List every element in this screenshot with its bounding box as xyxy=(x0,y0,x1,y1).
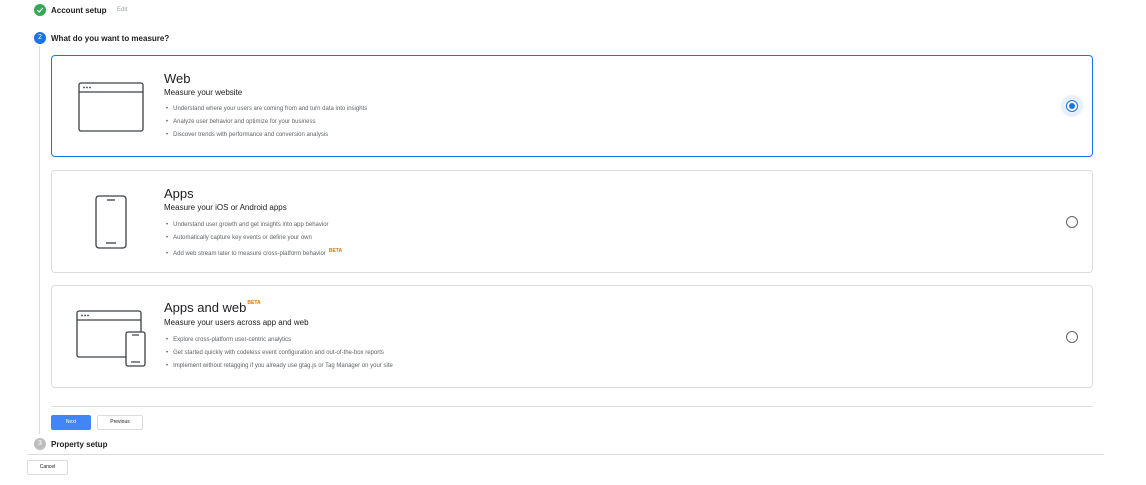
step-title-property-setup: Property setup xyxy=(51,440,108,449)
radio-apps-and-web[interactable] xyxy=(1066,331,1078,343)
step-complete-icon xyxy=(34,4,46,16)
radio-web[interactable] xyxy=(1066,100,1078,112)
option-bullet: Explore cross-platform user-centric anal… xyxy=(166,334,393,347)
step-title-measure: What do you want to measure? xyxy=(51,34,170,43)
previous-button[interactable]: Previous xyxy=(97,415,143,430)
option-bullet-with-badge: Add web stream later to measure cross-pl… xyxy=(166,245,342,261)
radio-apps[interactable] xyxy=(1066,216,1078,228)
option-bullet: Automatically capture key events or defi… xyxy=(166,232,342,245)
step-connector-line xyxy=(39,46,40,434)
option-bullet: Discover trends with performance and con… xyxy=(166,129,367,142)
section-divider xyxy=(51,406,1093,407)
step-number-badge: 2 xyxy=(34,32,46,44)
option-bullet: Understand where your users are coming f… xyxy=(166,103,367,116)
edit-account-link[interactable]: Edit xyxy=(117,7,127,13)
option-title-apps: Apps xyxy=(164,186,194,201)
option-title-web: Web xyxy=(164,71,191,86)
beta-badge: BETA xyxy=(328,248,343,254)
browser-and-phone-icon xyxy=(76,309,148,374)
beta-badge: BETA xyxy=(247,300,261,306)
option-subtitle-apps: Measure your iOS or Android apps xyxy=(164,203,287,212)
option-subtitle-apps-and-web: Measure your users across app and web xyxy=(164,318,309,327)
browser-window-icon xyxy=(78,82,144,137)
option-bullet: Analyze user behavior and optimize for y… xyxy=(166,116,367,129)
smartphone-icon xyxy=(95,195,127,254)
option-card-apps[interactable]: Apps Measure your iOS or Android apps Un… xyxy=(51,170,1093,273)
option-card-web[interactable]: Web Measure your website Understand wher… xyxy=(51,55,1093,157)
option-bullet: Implement without retagging if you alrea… xyxy=(166,360,393,373)
option-title-apps-and-web-row: Apps and webBETA xyxy=(164,300,261,315)
option-subtitle-web: Measure your website xyxy=(164,88,243,97)
cancel-button[interactable]: Cancel xyxy=(27,460,68,475)
option-bullet: Get started quickly with codeless event … xyxy=(166,347,393,360)
option-bullets-apps-and-web: Explore cross-platform user-centric anal… xyxy=(166,334,393,373)
footer-divider xyxy=(27,454,1104,455)
option-bullets-web: Understand where your users are coming f… xyxy=(166,103,367,142)
next-button[interactable]: Next xyxy=(51,415,91,430)
option-bullets-apps: Understand user growth and get insights … xyxy=(166,219,342,261)
step-title-account-setup: Account setup xyxy=(51,6,107,15)
step-number-badge: 3 xyxy=(34,438,46,450)
option-bullet: Understand user growth and get insights … xyxy=(166,219,342,232)
option-bullet-text: Add web stream later to measure cross-pl… xyxy=(173,251,326,257)
option-card-apps-and-web[interactable]: Apps and webBETA Measure your users acro… xyxy=(51,285,1093,388)
option-title-apps-and-web: Apps and web xyxy=(164,300,247,315)
